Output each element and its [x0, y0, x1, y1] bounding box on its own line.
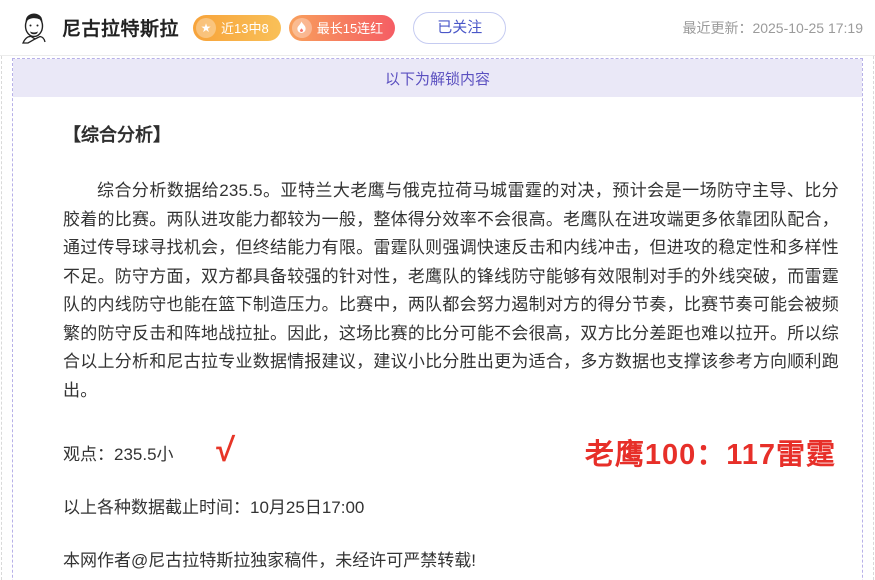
page: 尼古拉特斯拉 ★ 近13中8 最长15连红 已关注 最近更新：2025-10-2… [0, 0, 875, 580]
copyright-notice: 本网作者@尼古拉特斯拉独家稿件，未经许可严禁转载! [63, 546, 842, 571]
unlock-banner: 以下为解锁内容 [13, 59, 862, 97]
analysis-paragraph: 综合分析数据给235.5。亚特兰大老鹰与俄克拉荷马城雷霆的对决，预计会是一场防守… [63, 177, 842, 405]
page-left-edge [1, 56, 2, 580]
author-name: 尼古拉特斯拉 [62, 14, 179, 41]
author-avatar-sketch [14, 9, 52, 47]
author-header: 尼古拉特斯拉 ★ 近13中8 最长15连红 已关注 最近更新：2025-10-2… [0, 0, 875, 56]
viewpoint-row: 观点：235.5小 √ 老鹰100：117雷霆 [63, 431, 842, 473]
record-badge-label: 近13中8 [221, 18, 269, 37]
viewpoint-label: 观点： [63, 445, 114, 464]
section-title: 【综合分析】 [63, 121, 842, 147]
unlocked-content-box: 以下为解锁内容 【综合分析】 综合分析数据给235.5。亚特兰大老鹰与俄克拉荷马… [12, 58, 863, 580]
data-deadline: 以上各种数据截止时间：10月25日17:00 [63, 493, 842, 518]
page-right-edge [873, 56, 874, 580]
record-badge: ★ 近13中8 [193, 15, 281, 41]
last-update-time: 2025-10-25 17:19 [752, 20, 863, 36]
star-icon: ★ [196, 18, 216, 38]
viewpoint-value: 235.5小 [114, 445, 174, 464]
win-checkmark-icon: √ [214, 433, 234, 466]
final-score: 老鹰100：117雷霆 [585, 431, 836, 473]
followed-button[interactable]: 已关注 [413, 12, 506, 44]
streak-badge: 最长15连红 [289, 15, 395, 41]
article-body: 【综合分析】 综合分析数据给235.5。亚特兰大老鹰与俄克拉荷马城雷霆的对决，预… [13, 97, 862, 580]
last-update-label: 最近更新： [682, 20, 752, 36]
flame-icon [292, 18, 312, 38]
viewpoint: 观点：235.5小 [63, 440, 174, 465]
last-update: 最近更新：2025-10-25 17:19 [682, 18, 863, 38]
streak-badge-label: 最长15连红 [317, 18, 383, 37]
author-avatar[interactable] [14, 9, 52, 47]
